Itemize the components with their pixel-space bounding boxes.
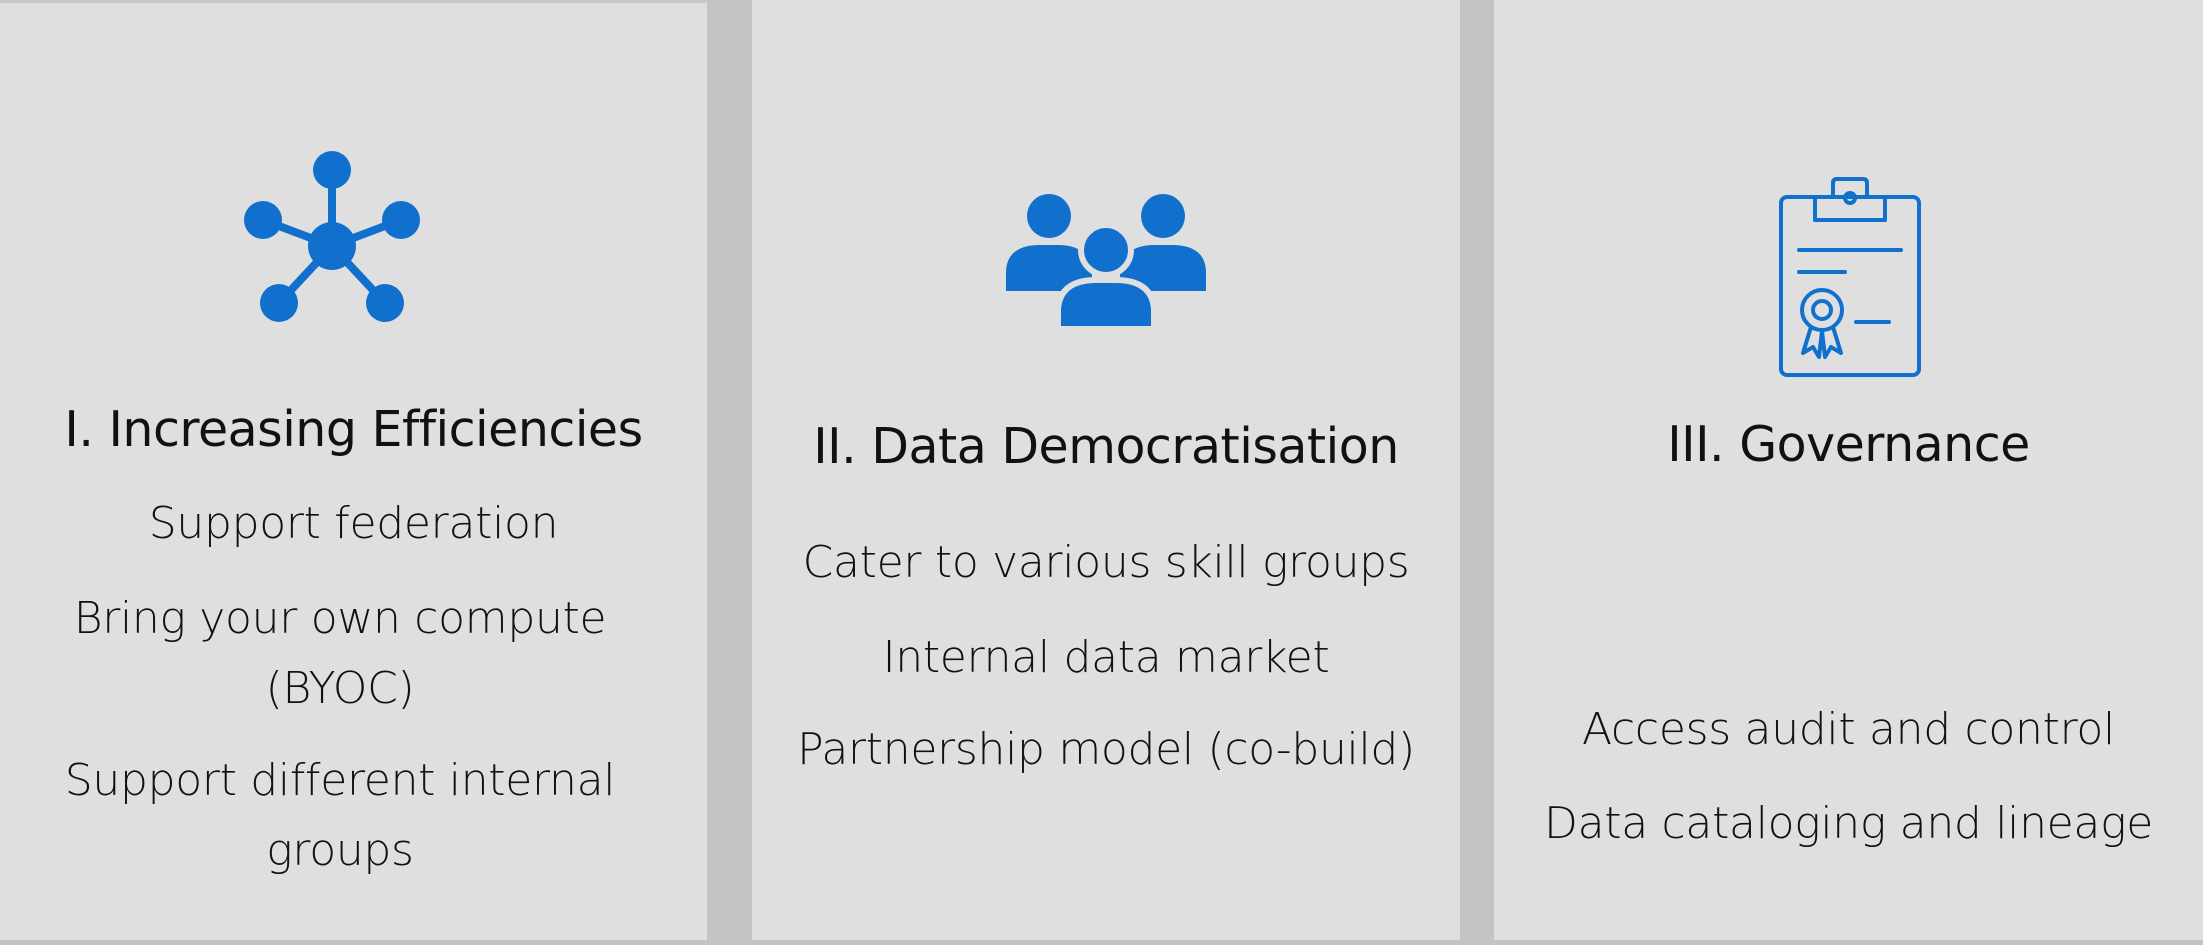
- list-item: Data cataloging and lineage: [1544, 798, 2153, 849]
- people-group-icon: [1006, 194, 1206, 328]
- list-item: Access audit and control: [1582, 704, 2115, 755]
- list-item: Internal data market: [882, 632, 1330, 683]
- panel-data-democratisation: II. Data Democratisation Cater to variou…: [752, 0, 1460, 940]
- list-item: Bring your own compute (BYOC): [73, 593, 607, 714]
- list-item: Support federation: [148, 498, 559, 549]
- panel-governance: III. Governance Access audit and control…: [1494, 0, 2203, 940]
- panel-title: III. Governance: [1667, 416, 2030, 473]
- panel-title: I. Increasing Efficiencies: [64, 401, 643, 458]
- panel-increasing-efficiencies: I. Increasing Efficiencies Support feder…: [0, 0, 707, 940]
- list-item: Cater to various skill groups: [802, 537, 1410, 588]
- list-item: Support different internal groups: [64, 755, 616, 876]
- network-hub-icon: [244, 151, 420, 322]
- panel-title: II. Data Democratisation: [813, 418, 1399, 475]
- clipboard-certificate-icon: [1779, 177, 1921, 377]
- list-item: Partnership model (co-build): [797, 724, 1415, 775]
